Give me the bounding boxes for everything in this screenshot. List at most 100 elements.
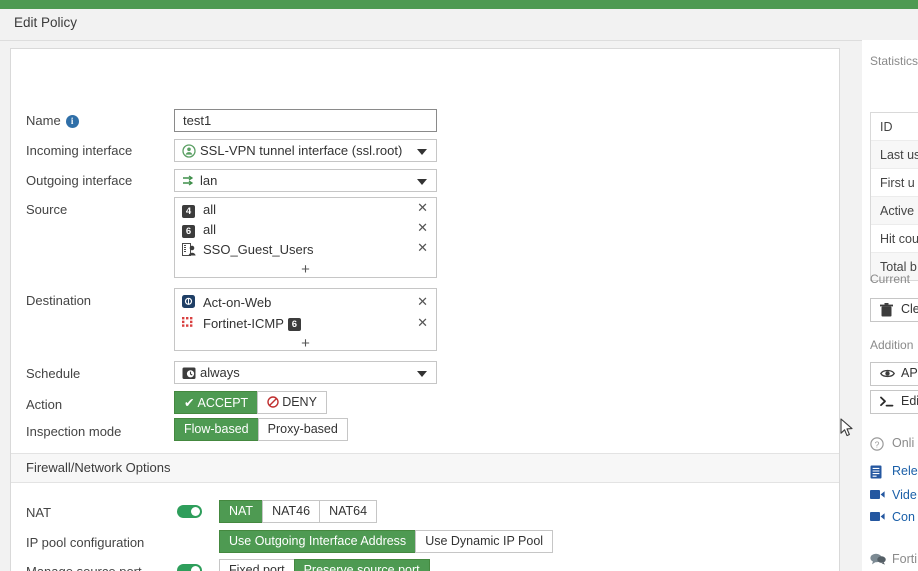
fortinet-community-header: Forti	[870, 552, 917, 566]
schedule-label: Schedule	[26, 366, 81, 381]
add-source-button[interactable]: +	[175, 261, 436, 281]
schedule-clock-icon	[182, 366, 196, 380]
schedule-select[interactable]: always	[174, 361, 437, 384]
inspection-mode-label: Inspection mode	[26, 424, 122, 439]
question-circle-icon: ?	[870, 437, 884, 451]
action-accept-button[interactable]: ✔ ACCEPT	[174, 391, 259, 414]
incoming-interface-select[interactable]: SSL-VPN tunnel interface (ssl.root)	[174, 139, 437, 162]
nat-label: NAT	[26, 505, 52, 520]
document-icon	[870, 465, 882, 479]
destination-list: Act-on-Web ✕ Fortinet-ICMP 6 ✕ +	[174, 288, 437, 352]
remove-icon[interactable]: ✕	[417, 221, 428, 236]
source-port-preserve[interactable]: Preserve source port	[293, 559, 430, 571]
destination-item-name: Fortinet-ICMP 6	[203, 316, 301, 332]
nat-option-nat46[interactable]: NAT46	[262, 500, 321, 523]
ipv4-badge: 4	[182, 203, 195, 219]
user-group-icon	[182, 243, 196, 256]
trash-icon	[880, 303, 893, 317]
release-notes-link[interactable]: Rele	[870, 464, 918, 479]
content-videos-link[interactable]: Con	[870, 510, 915, 524]
manage-source-port-label: Manage source port	[26, 564, 142, 571]
current-header: Current	[870, 272, 911, 286]
ssl-vpn-tunnel-icon	[182, 144, 196, 158]
firewall-network-options-header: Firewall/Network Options	[11, 453, 839, 483]
inspection-proxy-based-button[interactable]: Proxy-based	[257, 418, 348, 441]
title-bar: Edit Policy	[0, 9, 918, 41]
action-label: Action	[26, 397, 63, 412]
ip-pool-dynamic-ip-pool[interactable]: Use Dynamic IP Pool	[415, 530, 554, 553]
api-preview-button[interactable]: AP	[870, 362, 918, 386]
statistics-table: ID Last us First u Active Hit cou Total …	[870, 112, 918, 281]
source-item-name: SSO_Guest_Users	[203, 242, 314, 257]
add-destination-button[interactable]: +	[175, 335, 436, 355]
top-accent-bar	[0, 0, 918, 9]
list-item[interactable]: 6 all ✕	[175, 221, 436, 241]
check-icon: ✔	[184, 395, 195, 410]
source-port-fixed[interactable]: Fixed port	[219, 559, 295, 571]
source-label: Source	[26, 202, 68, 217]
chat-icon	[870, 553, 886, 565]
remove-icon[interactable]: ✕	[417, 295, 428, 310]
ip-pool-configuration-label: IP pool configuration	[26, 535, 145, 550]
nat-toggle[interactable]	[177, 505, 202, 518]
nat-segmented-control: NAT NAT46 NAT64	[219, 500, 378, 523]
table-row: Last us	[871, 141, 918, 169]
outgoing-interface-label: Outgoing interface	[26, 173, 133, 188]
eye-icon	[880, 368, 895, 379]
list-item[interactable]: SSO_Guest_Users ✕	[175, 241, 436, 261]
action-segmented-control: ✔ ACCEPT DENY	[174, 391, 327, 414]
statistics-header: Statistics	[870, 54, 918, 68]
deny-icon	[267, 396, 279, 408]
nat-option-nat64[interactable]: NAT64	[319, 500, 378, 523]
right-sidebar: Statistics ID Last us First u Active Hit…	[862, 40, 918, 571]
terminal-icon	[880, 396, 896, 407]
page-title: Edit Policy	[14, 15, 78, 30]
additional-information-header: Addition	[870, 338, 914, 352]
edit-in-cli-button[interactable]: Edi	[870, 390, 918, 414]
name-input[interactable]: test1	[174, 109, 437, 132]
incoming-interface-label: Incoming interface	[26, 143, 133, 158]
incoming-interface-value: SSL-VPN tunnel interface (ssl.root)	[200, 143, 403, 158]
video-tutorials-link[interactable]: Vide	[870, 488, 917, 502]
list-item[interactable]: 4 all ✕	[175, 201, 436, 221]
info-icon[interactable]: i	[65, 115, 79, 129]
remove-icon[interactable]: ✕	[417, 201, 428, 216]
table-row: Hit cou	[871, 225, 918, 253]
ipv6-badge: 6	[182, 223, 195, 239]
ip-pool-outgoing-interface-address[interactable]: Use Outgoing Interface Address	[219, 530, 417, 553]
schedule-value: always	[200, 365, 240, 380]
interface-arrows-icon	[182, 175, 196, 187]
clear-counters-button[interactable]: Cle	[870, 298, 918, 322]
remove-icon[interactable]: ✕	[417, 241, 428, 256]
online-help-header: ? Onli	[870, 436, 914, 451]
internet-service-icon	[182, 295, 195, 308]
inspection-mode-segmented-control: Flow-based Proxy-based	[174, 418, 348, 441]
action-deny-button[interactable]: DENY	[257, 391, 327, 414]
source-list: 4 all ✕ 6 all ✕ SSO_Guest_Users ✕ +	[174, 197, 437, 278]
manage-source-port-toggle[interactable]	[177, 564, 202, 571]
inspection-flow-based-button[interactable]: Flow-based	[174, 418, 259, 441]
name-label: Name i	[26, 113, 79, 129]
ip-pool-segmented-control: Use Outgoing Interface Address Use Dynam…	[219, 530, 554, 553]
edit-policy-screen: Edit Policy Name i test1 Incoming interfa…	[0, 0, 918, 571]
table-row: Active	[871, 197, 918, 225]
remove-icon[interactable]: ✕	[417, 316, 428, 331]
outgoing-interface-select[interactable]: lan	[174, 169, 437, 192]
chevron-down-icon	[417, 149, 427, 155]
source-item-name: all	[203, 202, 217, 217]
chevron-down-icon	[417, 179, 427, 185]
video-icon	[870, 489, 885, 500]
table-row: First u	[871, 169, 918, 197]
mouse-pointer	[840, 418, 854, 438]
ipv6-badge: 6	[287, 318, 301, 332]
video-icon	[870, 511, 885, 522]
svg-text:?: ?	[875, 439, 880, 449]
table-row: ID	[871, 113, 918, 141]
edit-policy-form-card: Name i test1 Incoming interface SSL-VPN t…	[10, 48, 840, 571]
chevron-down-icon	[417, 371, 427, 377]
list-item[interactable]: Act-on-Web ✕	[175, 293, 436, 314]
destination-item-name: Act-on-Web	[203, 295, 272, 310]
list-item[interactable]: Fortinet-ICMP 6 ✕	[175, 314, 436, 335]
manage-source-port-segmented-control: Fixed port Preserve source port	[219, 559, 430, 571]
nat-option-nat[interactable]: NAT	[219, 500, 264, 523]
